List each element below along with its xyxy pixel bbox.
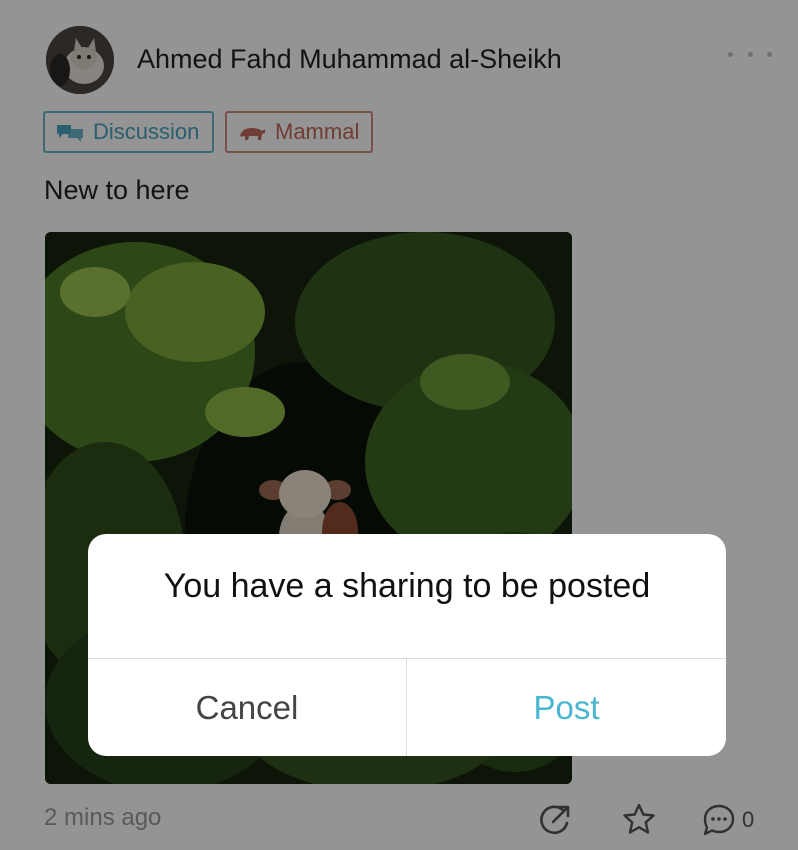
dialog-message: You have a sharing to be posted xyxy=(163,567,651,605)
post-screen: Ahmed Fahd Muhammad al-Sheikh Discussion… xyxy=(0,0,798,850)
share-confirm-dialog: You have a sharing to be posted Cancel P… xyxy=(88,534,726,756)
cancel-button[interactable]: Cancel xyxy=(88,659,406,756)
post-button[interactable]: Post xyxy=(407,659,726,756)
